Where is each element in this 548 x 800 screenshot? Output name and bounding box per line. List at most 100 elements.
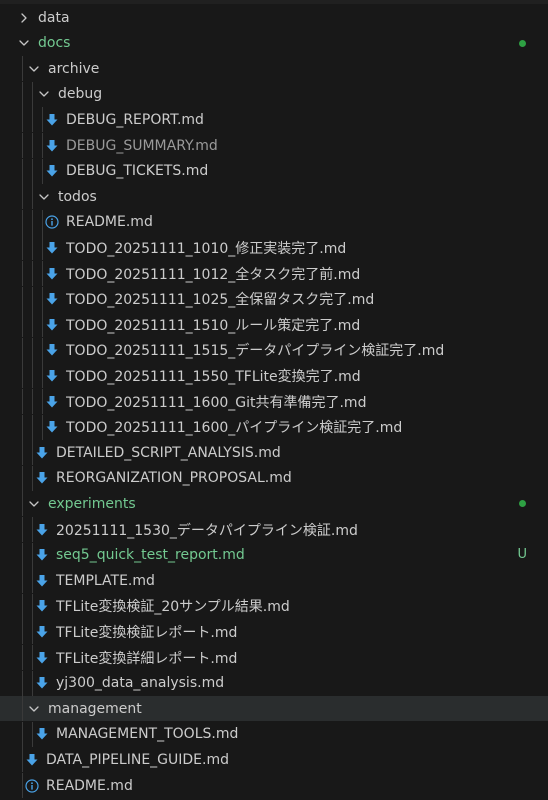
indent-guide xyxy=(22,773,23,798)
markdown-file-icon xyxy=(34,598,50,614)
indent-guide xyxy=(32,363,33,389)
tree-file-todo-20251111-1025-md[interactable]: TODO_20251111_1025_全保留タスク完了.md xyxy=(0,286,548,312)
tree-folder-management[interactable]: management xyxy=(0,696,548,722)
markdown-file-icon xyxy=(34,675,50,691)
indent-guide xyxy=(22,235,23,261)
indent-guide xyxy=(22,593,23,619)
tree-folder-archive[interactable]: archive xyxy=(0,56,548,82)
tree-file-seq5-quick-test-report-md[interactable]: seq5_quick_test_report.md U xyxy=(0,542,548,568)
chevron-down-icon[interactable] xyxy=(26,701,42,717)
markdown-file-icon xyxy=(34,573,50,589)
tree-file-20251111-1530-md[interactable]: 20251111_1530_データパイプライン検証.md xyxy=(0,517,548,542)
chevron-down-icon[interactable] xyxy=(26,61,42,77)
tree-item-label: archive xyxy=(48,60,100,77)
tree-file-debug-tickets-md[interactable]: DEBUG_TICKETS.md xyxy=(0,158,548,184)
indent-guide xyxy=(32,721,33,747)
indent-guide xyxy=(32,312,33,338)
tree-file-detailed-script-analysis-md[interactable]: DETAILED_SCRIPT_ANALYSIS.md xyxy=(0,440,548,466)
tree-file-todo-20251111-1550-tflite-md[interactable]: TODO_20251111_1550_TFLite変換完了.md xyxy=(0,363,548,389)
indent-guide xyxy=(42,337,43,363)
tree-item-label: experiments xyxy=(48,495,136,512)
tree-item-label: docs xyxy=(38,35,71,52)
markdown-file-icon xyxy=(44,163,60,179)
indent-guide xyxy=(22,619,23,645)
tree-file-todo-20251111-1012-md[interactable]: TODO_20251111_1012_全タスク完了前.md xyxy=(0,261,548,286)
markdown-file-icon xyxy=(44,317,60,333)
indent-guide xyxy=(42,389,43,414)
info-file-icon xyxy=(44,214,60,230)
indent-guide xyxy=(32,440,33,466)
indent-guide xyxy=(22,158,23,184)
indent-guide xyxy=(22,696,23,722)
tree-file-yj300-data-analysis-md[interactable]: yj300_data_analysis.md xyxy=(0,670,548,696)
indent-guide xyxy=(42,235,43,261)
tree-folder-docs[interactable]: docs xyxy=(0,31,548,56)
tree-folder-data[interactable]: data xyxy=(0,5,548,30)
tree-file-readme-md[interactable]: README.md xyxy=(0,773,548,798)
tree-item-label: TODO_20251111_1025_全保留タスク完了.md xyxy=(66,292,375,309)
chevron-right-icon[interactable] xyxy=(16,10,32,26)
tree-folder-experiments[interactable]: experiments xyxy=(0,491,548,517)
indent-guide xyxy=(42,133,43,158)
tree-item-label: README.md xyxy=(46,777,133,794)
tree-item-label: DATA_PIPELINE_GUIDE.md xyxy=(46,751,229,768)
indent-guide xyxy=(32,184,33,210)
indent-guide xyxy=(22,645,23,670)
tree-folder-todos[interactable]: todos xyxy=(0,184,548,210)
indent-guide xyxy=(32,645,33,670)
indent-guide xyxy=(32,261,33,286)
tree-file-tflite-md[interactable]: TFLite変換詳細レポート.md xyxy=(0,645,548,670)
tree-file-debug-report-md[interactable]: DEBUG_REPORT.md xyxy=(0,107,548,133)
indent-guide xyxy=(22,517,23,542)
tree-file-reorganization-proposal-md[interactable]: REORGANIZATION_PROPOSAL.md xyxy=(0,465,548,491)
indent-guide xyxy=(32,517,33,542)
markdown-file-icon xyxy=(44,266,60,282)
indent-guide xyxy=(22,337,23,363)
tree-file-data-pipeline-guide-md[interactable]: DATA_PIPELINE_GUIDE.md xyxy=(0,747,548,773)
tree-item-label: TODO_20251111_1600_パイプライン検証完了.md xyxy=(66,420,403,437)
chevron-down-icon[interactable] xyxy=(36,189,52,205)
tree-file-template-md[interactable]: TEMPLATE.md xyxy=(0,568,548,594)
indent-guide xyxy=(22,261,23,286)
tree-item-label: debug xyxy=(58,86,103,103)
indent-guide xyxy=(22,747,23,773)
git-modified-dot xyxy=(519,500,526,508)
indent-guide xyxy=(22,721,23,747)
indent-guide xyxy=(32,670,33,696)
tree-file-todo-20251111-1515-md[interactable]: TODO_20251111_1515_データパイプライン検証完了.md xyxy=(0,337,548,363)
markdown-file-icon xyxy=(44,240,60,256)
indent-guide xyxy=(42,261,43,286)
tree-folder-debug[interactable]: debug xyxy=(0,81,548,107)
tree-item-label: TODO_20251111_1600_Git共有準備完了.md xyxy=(66,394,367,411)
tree-file-todo-20251111-1010-md[interactable]: TODO_20251111_1010_修正実装完了.md xyxy=(0,235,548,261)
tree-file-todo-20251111-1510-md[interactable]: TODO_20251111_1510_ルール策定完了.md xyxy=(0,312,548,338)
markdown-file-icon xyxy=(34,470,50,486)
tree-item-label: TODO_20251111_1012_全タスク完了前.md xyxy=(66,266,361,283)
indent-guide xyxy=(32,465,33,491)
tree-item-label: TODO_20251111_1510_ルール策定完了.md xyxy=(66,317,361,334)
markdown-file-icon xyxy=(34,650,50,666)
indent-guide xyxy=(32,235,33,261)
tree-file-tflite-md[interactable]: TFLite変換検証レポート.md xyxy=(0,619,548,645)
chevron-down-icon[interactable] xyxy=(36,86,52,102)
tree-item-label: TFLite変換検証レポート.md xyxy=(56,624,238,641)
tree-item-label: seq5_quick_test_report.md xyxy=(56,547,245,564)
tree-file-readme-md[interactable]: README.md xyxy=(0,209,548,235)
markdown-file-icon xyxy=(44,419,60,435)
tree-file-management-tools-md[interactable]: MANAGEMENT_TOOLS.md xyxy=(0,721,548,747)
indent-guide xyxy=(22,209,23,235)
markdown-file-icon xyxy=(34,726,50,742)
indent-guide xyxy=(32,337,33,363)
chevron-down-icon[interactable] xyxy=(26,496,42,512)
markdown-file-icon xyxy=(34,522,50,538)
tree-file-debug-summary-md[interactable]: DEBUG_SUMMARY.md xyxy=(0,133,548,158)
indent-guide xyxy=(22,363,23,389)
tree-item-label: DEBUG_TICKETS.md xyxy=(66,163,209,180)
tree-file-tflite-20-md[interactable]: TFLite変換検証_20サンプル結果.md xyxy=(0,593,548,619)
markdown-file-icon xyxy=(44,112,60,128)
tree-item-label: todos xyxy=(58,188,97,205)
tree-file-todo-20251111-1600-md[interactable]: TODO_20251111_1600_パイプライン検証完了.md xyxy=(0,414,548,440)
tree-file-todo-20251111-1600-git-md[interactable]: TODO_20251111_1600_Git共有準備完了.md xyxy=(0,389,548,414)
tree-item-label: TODO_20251111_1010_修正実装完了.md xyxy=(66,240,347,257)
chevron-down-icon[interactable] xyxy=(16,35,32,51)
